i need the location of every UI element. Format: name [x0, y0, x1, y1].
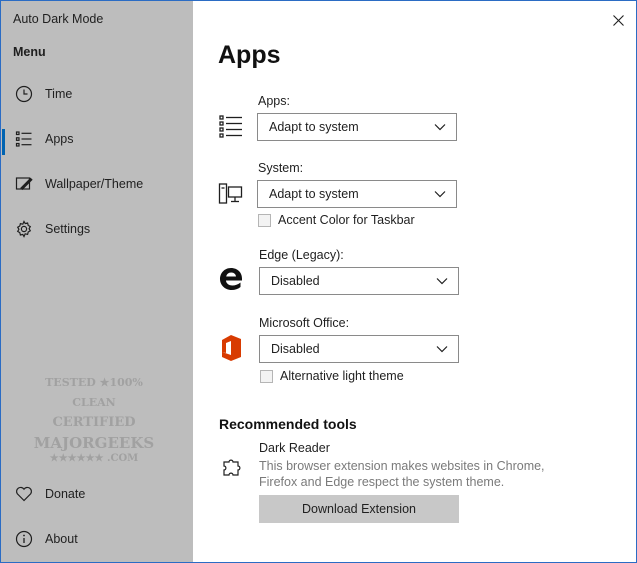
system-theme-value: Adapt to system — [269, 187, 359, 201]
chevron-down-icon — [436, 278, 448, 285]
clock-icon — [14, 84, 34, 104]
list-icon — [217, 112, 245, 140]
tool-name: Dark Reader — [259, 441, 330, 455]
checkbox-box[interactable] — [260, 369, 273, 383]
sidebar-item-settings[interactable]: Settings — [1, 209, 193, 249]
chevron-down-icon — [434, 124, 446, 131]
office-label: Microsoft Office: — [259, 316, 350, 330]
office-theme-value: Disabled — [271, 342, 320, 356]
sidebar-item-wallpaper-theme[interactable]: Wallpaper/Theme — [1, 164, 193, 204]
sidebar-item-apps[interactable]: Apps — [1, 119, 193, 159]
sidebar-item-label: Wallpaper/Theme — [45, 177, 144, 191]
sidebar-item-time[interactable]: Time — [1, 74, 193, 114]
apps-theme-dropdown[interactable]: Adapt to system — [257, 113, 457, 141]
checkbox-box[interactable] — [258, 213, 271, 227]
edge-theme-value: Disabled — [271, 274, 320, 288]
sidebar-item-donate[interactable]: Donate — [1, 474, 193, 514]
tool-description: This browser extension makes websites in… — [259, 459, 545, 489]
watermark: TESTED ★100% CLEAN CERTIFIED MAJORGEEKS … — [33, 376, 155, 464]
sidebar-item-label: Time — [45, 87, 73, 101]
page-title: Apps — [218, 41, 281, 69]
office-theme-dropdown[interactable]: Disabled — [259, 335, 459, 363]
apps-label: Apps: — [258, 94, 290, 108]
system-label: System: — [258, 161, 304, 175]
chevron-down-icon — [436, 346, 448, 353]
info-icon — [14, 529, 34, 549]
system-theme-dropdown[interactable]: Adapt to system — [257, 180, 457, 208]
paint-icon — [14, 174, 34, 194]
menu-label: Menu — [13, 45, 46, 59]
accent-color-taskbar-checkbox[interactable]: Accent Color for Taskbar — [258, 213, 415, 227]
sidebar-item-label: Settings — [45, 222, 91, 236]
alternative-light-theme-checkbox[interactable]: Alternative light theme — [260, 369, 404, 383]
app-window: Auto Dark Mode Menu Time Apps Wallpaper/… — [0, 0, 637, 563]
sidebar: Auto Dark Mode Menu Time Apps Wallpaper/… — [1, 1, 193, 562]
edge-theme-dropdown[interactable]: Disabled — [259, 267, 459, 295]
office-icon — [217, 334, 245, 362]
checkbox-label: Alternative light theme — [280, 369, 404, 383]
gear-icon — [14, 219, 34, 239]
sidebar-item-label: Donate — [45, 487, 86, 501]
sidebar-item-label: About — [45, 532, 78, 546]
apps-theme-value: Adapt to system — [269, 120, 359, 134]
download-extension-button[interactable]: Download Extension — [259, 495, 459, 523]
computer-icon — [217, 180, 245, 208]
list-icon — [14, 129, 34, 149]
heart-icon — [14, 484, 34, 504]
sidebar-item-about[interactable]: About — [1, 519, 193, 559]
puzzle-icon — [218, 453, 246, 481]
close-icon — [612, 14, 624, 26]
app-title: Auto Dark Mode — [13, 12, 104, 26]
chevron-down-icon — [434, 191, 446, 198]
checkbox-label: Accent Color for Taskbar — [278, 213, 415, 227]
edge-icon — [217, 265, 245, 293]
edge-label: Edge (Legacy): — [259, 248, 344, 262]
sidebar-item-label: Apps — [45, 132, 74, 146]
recommended-tools-heading: Recommended tools — [219, 416, 357, 432]
close-button[interactable] — [607, 9, 629, 31]
